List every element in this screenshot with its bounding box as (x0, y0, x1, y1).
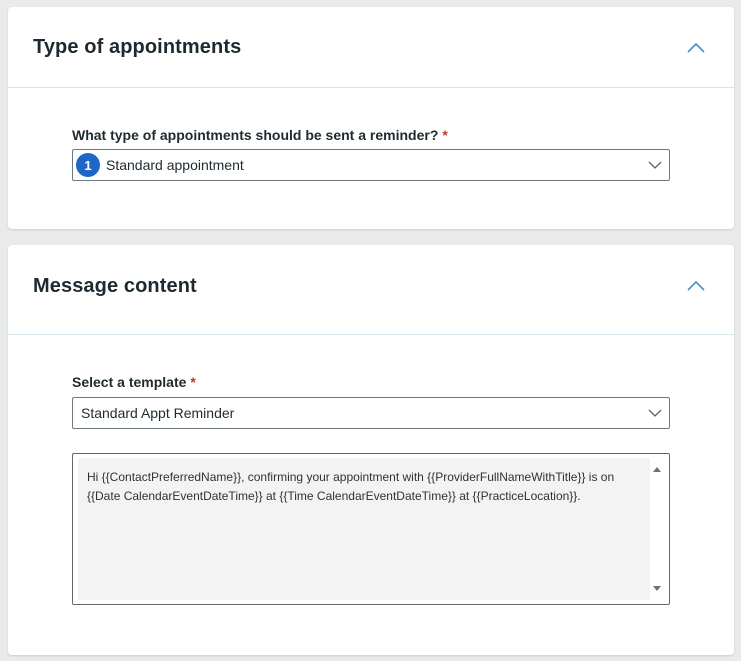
appointments-collapse-button[interactable] (682, 33, 710, 61)
chevron-down-icon (648, 409, 662, 417)
chevron-down-icon (648, 161, 662, 169)
message-textarea[interactable]: Hi {{ContactPreferredName}}, confirming … (72, 453, 670, 605)
message-text[interactable]: Hi {{ContactPreferredName}}, confirming … (78, 458, 650, 600)
template-value: Standard Appt Reminder (81, 405, 235, 421)
message-section-title: Message content (33, 275, 197, 297)
template-select[interactable]: Standard Appt Reminder (72, 397, 670, 429)
template-label-text: Select a template (72, 374, 187, 390)
appointment-type-select[interactable]: 1 Standard appointment (72, 149, 670, 181)
selected-count-badge: 1 (76, 153, 100, 177)
message-section-card: Message content Select a template * Stand… (8, 245, 734, 655)
appointments-section-title: Type of appointments (33, 36, 242, 58)
triangle-up-icon[interactable] (652, 464, 662, 474)
message-section-header[interactable]: Message content (8, 245, 734, 335)
chevron-up-icon (687, 42, 705, 53)
template-label: Select a template * (72, 374, 196, 390)
chevron-up-icon (687, 280, 705, 291)
appointment-type-value: Standard appointment (106, 157, 244, 173)
required-marker: * (190, 374, 196, 390)
appointments-section-card: Type of appointments What type of appoin… (8, 7, 734, 229)
appointments-section-header[interactable]: Type of appointments (8, 7, 734, 88)
required-marker: * (442, 127, 448, 143)
appointment-type-label-text: What type of appointments should be sent… (72, 127, 439, 143)
message-collapse-button[interactable] (682, 271, 710, 299)
appointment-type-label: What type of appointments should be sent… (72, 127, 448, 143)
triangle-down-icon[interactable] (652, 584, 662, 594)
